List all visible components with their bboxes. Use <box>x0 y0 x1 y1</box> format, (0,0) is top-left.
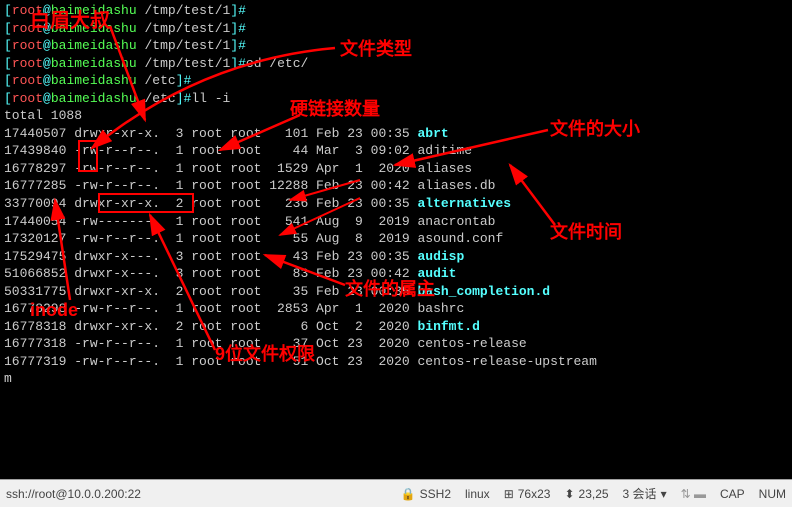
prompt-line: [root@baimeidashu /tmp/test/1]#cd /etc/ <box>4 55 788 73</box>
listing-row: 16778297 -rw-r--r--. 1 root root 1529 Ap… <box>4 160 788 178</box>
status-updown-icon: ⇅ ▬ <box>681 487 706 501</box>
listing-row: 33770094 drwxr-xr-x. 2 root root 236 Feb… <box>4 195 788 213</box>
status-ssh: 🔒SSH2 <box>401 487 451 501</box>
listing-row: 16778318 drwxr-xr-x. 2 root root 6 Oct 2… <box>4 318 788 336</box>
listing-row: 16777285 -rw-r--r--. 1 root root 12288 F… <box>4 177 788 195</box>
prompt-line: [root@baimeidashu /etc]#ll -i <box>4 90 788 108</box>
status-cap: CAP <box>720 487 745 501</box>
status-term: linux <box>465 487 490 501</box>
listing-row: 50331775 drwxr-xr-x. 2 root root 35 Feb … <box>4 283 788 301</box>
prompt-line: [root@baimeidashu /tmp/test/1]# <box>4 2 788 20</box>
listing-row: 17440054 -rw-------. 1 root root 541 Aug… <box>4 213 788 231</box>
prompt-line: [root@baimeidashu /tmp/test/1]# <box>4 20 788 38</box>
total-line: total 1088 <box>4 107 788 125</box>
listing-row: 17529475 drwxr-x---. 3 root root 43 Feb … <box>4 248 788 266</box>
prompt-line: [root@baimeidashu /tmp/test/1]# <box>4 37 788 55</box>
status-num: NUM <box>759 487 786 501</box>
status-pos: ⬍ 23,25 <box>564 487 608 501</box>
listing-row: 16777318 -rw-r--r--. 1 root root 37 Oct … <box>4 335 788 353</box>
listing-row: 17320127 -rw-r--r--. 1 root root 55 Aug … <box>4 230 788 248</box>
lock-icon: 🔒 <box>401 487 416 501</box>
terminal-output: [root@baimeidashu /tmp/test/1]#[root@bai… <box>0 0 792 479</box>
listing-row: 16778298 -rw-r--r--. 1 root root 2853 Ap… <box>4 300 788 318</box>
listing-row: 16777319 -rw-r--r--. 1 root root 51 Oct … <box>4 353 788 371</box>
listing-row: 51066852 drwxr-x---. 3 root root 83 Feb … <box>4 265 788 283</box>
status-dims: ⊞ 76x23 <box>504 487 551 501</box>
listing-row: 17439840 -rw-r--r--. 1 root root 44 Mar … <box>4 142 788 160</box>
status-bar: ssh://root@10.0.0.200:22 🔒SSH2 linux ⊞ 7… <box>0 479 792 507</box>
listing-row: 17440507 drwxr-xr-x. 3 root root 101 Feb… <box>4 125 788 143</box>
status-sessions[interactable]: 3 会话 ▾ <box>623 485 667 502</box>
status-connection: ssh://root@10.0.0.200:22 <box>6 487 141 501</box>
listing-row-wrap: m <box>4 370 788 388</box>
prompt-line: [root@baimeidashu /etc]# <box>4 72 788 90</box>
